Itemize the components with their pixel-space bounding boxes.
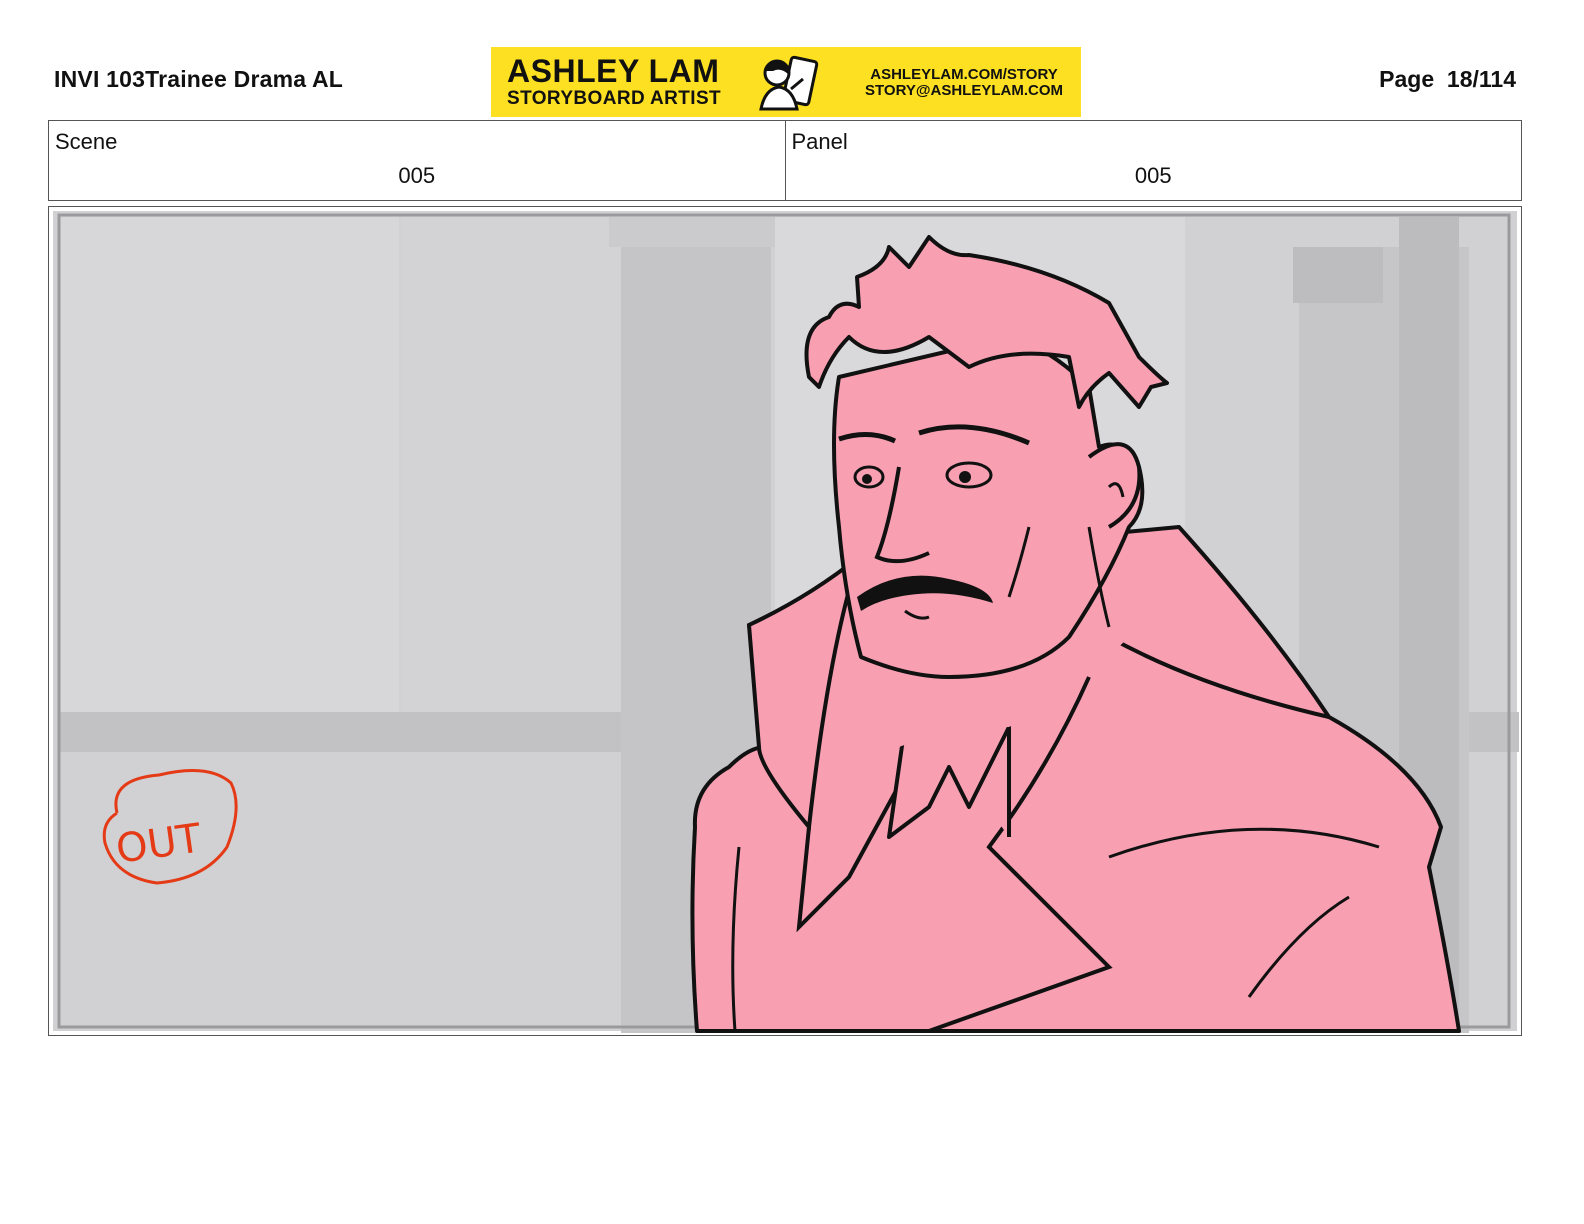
scene-panel-info: Scene 005 Panel 005 xyxy=(48,120,1522,201)
panel-drawing: OUT xyxy=(53,211,1519,1033)
artist-email: STORY@ASHLEYLAM.COM xyxy=(865,82,1063,99)
artist-website: ASHLEYLAM.COM/STORY xyxy=(870,66,1058,83)
artist-logo-icon xyxy=(759,55,819,111)
artist-role: STORYBOARD ARTIST xyxy=(507,88,722,109)
scene-value: 005 xyxy=(398,163,436,188)
document-title: INVI 103Trainee Drama AL xyxy=(54,66,344,92)
pupil-right xyxy=(959,471,971,483)
window-pane-left xyxy=(59,217,399,717)
pillar-left-cap xyxy=(609,217,785,247)
pupil-left xyxy=(862,474,872,484)
scene-cell: Scene 005 xyxy=(49,121,785,200)
panel-value: 005 xyxy=(1134,163,1172,188)
storyboard-panel: OUT xyxy=(48,206,1522,1036)
scene-label: Scene xyxy=(55,129,118,154)
page-number: Page 18/114 xyxy=(1379,66,1516,92)
panel-label: Panel xyxy=(791,129,848,154)
artist-name: ASHLEY LAM xyxy=(507,53,720,89)
artist-banner: ASHLEY LAM STORYBOARD ARTIST ASHLEYLAM.C… xyxy=(491,47,1081,117)
pillar-right-cap xyxy=(1293,247,1383,303)
artist-contact: ASHLEYLAM.COM/STORY STORY@ASHLEYLAM.COM xyxy=(865,67,1063,99)
window-pane-mid xyxy=(401,217,625,717)
panel-cell: Panel 005 xyxy=(784,121,1522,200)
